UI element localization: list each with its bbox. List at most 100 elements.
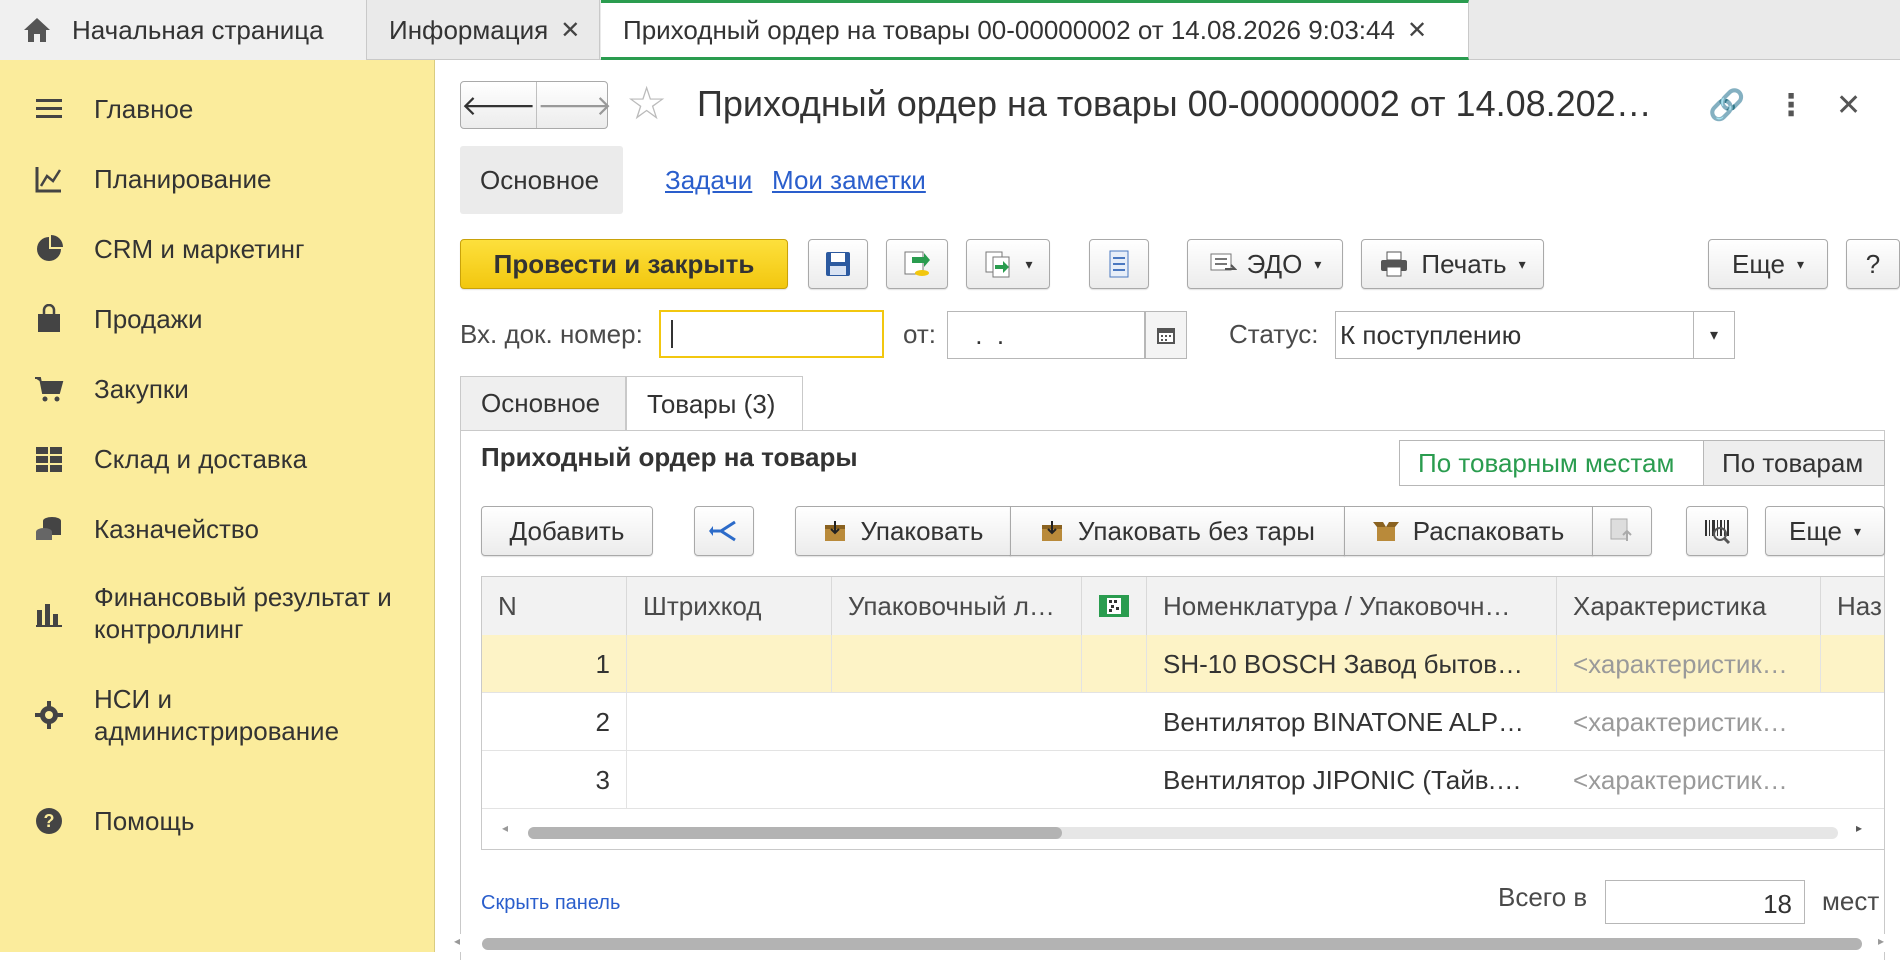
document-list-icon	[1109, 250, 1129, 278]
hide-panel-link[interactable]: Скрыть панель	[481, 892, 620, 915]
move-up-button[interactable]	[1592, 506, 1652, 556]
star-icon[interactable]: ☆	[626, 78, 667, 128]
scroll-left-icon[interactable]: ◂	[454, 934, 460, 948]
document-form: 🡐 🡒 ☆ Приходный ордер на товары 00-00000…	[436, 60, 1900, 960]
distribute-button[interactable]	[694, 506, 754, 556]
cell-pack	[832, 751, 1082, 809]
cell-characteristic: <характеристик…	[1557, 635, 1821, 693]
from-label: от:	[903, 319, 937, 349]
structure-button[interactable]	[1089, 239, 1149, 289]
save-button[interactable]	[808, 239, 868, 289]
cell-nomenclature-text: Вентилятор JIPONIC (Тайв.…	[1163, 764, 1522, 795]
tab-page-goods[interactable]: Товары (3)	[626, 376, 803, 432]
column-header-n[interactable]: N	[482, 577, 627, 635]
scroll-left-icon[interactable]: ◂	[502, 821, 508, 835]
back-button[interactable]: 🡐	[461, 82, 536, 128]
column-header-marking[interactable]	[1082, 577, 1147, 635]
cell-n: 1	[482, 635, 627, 693]
gear-icon	[35, 701, 63, 729]
tab-home[interactable]: Начальная страница	[0, 0, 367, 60]
column-header-characteristic[interactable]: Характеристика	[1557, 577, 1821, 635]
tab-info[interactable]: Информация ✕	[367, 0, 600, 60]
home-icon	[24, 18, 50, 42]
pie-chart-icon	[37, 235, 63, 261]
post-and-close-button[interactable]: Провести и закрыть	[460, 239, 788, 289]
close-icon[interactable]: ✕	[1836, 88, 1861, 123]
unpack-button[interactable]: Распаковать	[1344, 506, 1593, 556]
print-button[interactable]: Печать ▾	[1361, 239, 1544, 289]
chevron-down-icon: ▾	[1025, 255, 1033, 272]
sidebar-item-sales[interactable]: Продажи	[0, 290, 435, 348]
column-header-purpose[interactable]: Наз	[1821, 577, 1884, 635]
more-button[interactable]: Еще ▾	[1708, 239, 1828, 289]
tab-home-label: Начальная страница	[72, 14, 324, 45]
more-vertical-icon[interactable]: ⋮	[1776, 88, 1806, 123]
barcode-search-button[interactable]	[1686, 506, 1748, 556]
sidebar-item-label: Продажи	[94, 304, 203, 334]
edo-button[interactable]: ЭДО ▾	[1187, 239, 1343, 289]
form-scrollbar-thumb[interactable]	[482, 938, 1862, 950]
close-icon[interactable]: ✕	[1407, 16, 1427, 45]
pack-label: Упаковать	[860, 515, 984, 546]
sidebar-item-label: Помощь	[94, 806, 195, 836]
table-row[interactable]: 3 Вентилятор JIPONIC (Тайв.… <характерис…	[482, 751, 1884, 809]
scroll-right-icon[interactable]: ▸	[1878, 934, 1884, 948]
panel-title: Приходный ордер на товары	[481, 442, 858, 472]
table-scrollbar[interactable]: ◂ ▸	[502, 821, 1862, 841]
tab-active-document[interactable]: Приходный ордер на товары 00-00000002 от…	[601, 0, 1469, 60]
chevron-down-icon: ▾	[1314, 255, 1322, 272]
help-button[interactable]: ?	[1846, 239, 1900, 289]
tab-page-main[interactable]: Основное	[460, 376, 626, 430]
close-icon[interactable]: ✕	[560, 16, 580, 45]
pack-without-tare-label: Упаковать без тары	[1078, 515, 1315, 546]
scrollbar-thumb[interactable]	[528, 827, 1062, 839]
pack-without-tare-button[interactable]: Упаковать без тары	[1010, 506, 1345, 556]
planning-icon	[35, 167, 62, 193]
forward-button[interactable]: 🡒	[536, 82, 612, 128]
cell-nomenclature-text: SH-10 BOSCH Завод бытов…	[1163, 648, 1524, 679]
incoming-number-input[interactable]	[659, 310, 884, 358]
page-title: Приходный ордер на товары 00-00000002 от…	[697, 83, 1652, 124]
date-input[interactable]: . .	[947, 311, 1145, 359]
sidebar-item-crm[interactable]: CRM и маркетинг	[0, 220, 435, 278]
pack-button[interactable]: Упаковать	[795, 506, 1011, 556]
status-label: Статус:	[1229, 319, 1319, 349]
unpack-label: Распаковать	[1412, 515, 1565, 546]
tab-info-label: Информация	[389, 14, 549, 45]
sidebar-item-main[interactable]: Главное	[0, 80, 435, 138]
sidebar-item-planning[interactable]: Планирование	[0, 150, 435, 208]
table-row[interactable]: 1 SH-10 BOSCH Завод бытов… <характеристи…	[482, 635, 1884, 693]
toggle-by-goods[interactable]: По товарам	[1703, 440, 1885, 486]
tab-notes[interactable]: Мои заметки	[752, 146, 946, 214]
column-header-barcode[interactable]: Штрихкод	[627, 577, 832, 635]
document-up-icon	[1610, 518, 1632, 541]
column-header-nomenclature[interactable]: Номенклатура / Упаковочн…	[1147, 577, 1557, 635]
box-icon	[1042, 521, 1063, 541]
add-button[interactable]: Добавить	[481, 506, 653, 556]
link-icon[interactable]: 🔗	[1708, 88, 1745, 123]
form-scrollbar[interactable]: ◂ ▸	[454, 934, 1884, 952]
calendar-button[interactable]	[1145, 311, 1187, 359]
sidebar-item-admin[interactable]: НСИ и администрирование	[0, 670, 435, 760]
scroll-right-icon[interactable]: ▸	[1856, 821, 1862, 835]
sidebar-item-finance[interactable]: Финансовый результат и контроллинг	[0, 568, 435, 658]
create-based-on-button[interactable]: ▾	[966, 239, 1050, 289]
sidebar-item-help[interactable]: ? Помощь	[0, 792, 435, 850]
sidebar-item-treasury[interactable]: Казначейство	[0, 500, 435, 558]
bar-chart-icon	[36, 604, 62, 627]
table-row[interactable]: 2 Вентилятор BINATONE ALP… <характеристи…	[482, 693, 1884, 751]
status-dropdown-button[interactable]: ▾	[1693, 311, 1735, 359]
post-button[interactable]	[886, 239, 948, 289]
tab-main[interactable]: Основное	[460, 146, 623, 214]
sidebar-item-purchases[interactable]: Закупки	[0, 360, 435, 418]
cell-characteristic: <характеристик…	[1557, 751, 1821, 809]
open-box-icon	[1372, 522, 1399, 541]
status-select[interactable]: К поступлению	[1335, 311, 1695, 359]
column-header-pack[interactable]: Упаковочный л…	[832, 577, 1082, 635]
edo-label: ЭДО	[1246, 248, 1303, 279]
sidebar-item-warehouse[interactable]: Склад и доставка	[0, 430, 435, 488]
calendar-icon	[1157, 328, 1175, 344]
toggle-by-places[interactable]: По товарным местам	[1399, 440, 1704, 486]
edo-icon	[1210, 253, 1237, 271]
grid-more-button[interactable]: Еще ▾	[1765, 506, 1885, 556]
